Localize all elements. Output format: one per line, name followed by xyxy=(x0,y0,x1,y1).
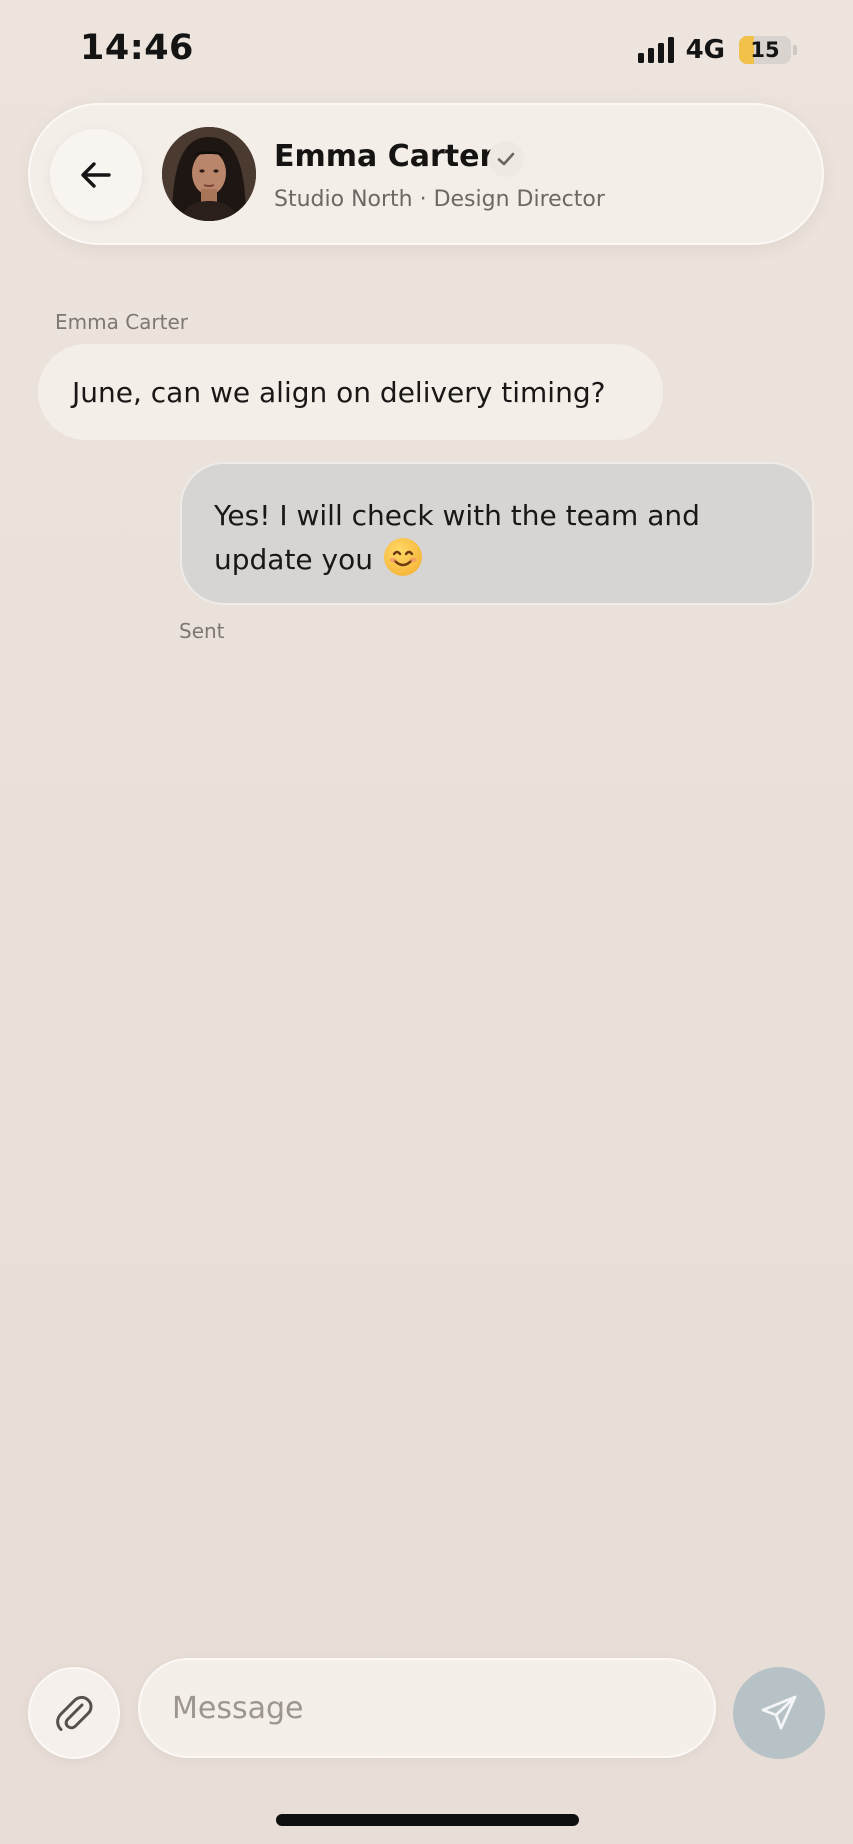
send-button[interactable] xyxy=(733,1667,825,1759)
status-bar: 14:46 4G 15 xyxy=(0,0,853,96)
outgoing-message-bubble[interactable]: Yes! I will check with the team and upda… xyxy=(180,462,814,605)
attach-button[interactable] xyxy=(28,1667,120,1759)
avatar-image xyxy=(162,127,256,221)
outgoing-message-line2-row: update you xyxy=(214,538,782,582)
smiling-face-emoji-icon xyxy=(383,538,422,576)
status-time: 14:46 xyxy=(80,28,194,68)
back-button[interactable] xyxy=(50,129,142,221)
contact-name[interactable]: Emma Carter xyxy=(274,139,494,174)
avatar[interactable] xyxy=(162,127,256,221)
message-sender-label: Emma Carter xyxy=(55,310,189,334)
chat-screen: 14:46 4G 15 Emma Carter Studio North · D… xyxy=(0,0,853,1844)
arrow-left-icon xyxy=(81,162,111,188)
contact-subtitle: Studio North · Design Director xyxy=(274,187,605,212)
outgoing-message-line2: update you xyxy=(214,543,374,576)
checkmark-icon xyxy=(497,152,515,166)
battery-level: 15 xyxy=(750,38,780,62)
message-status: Sent xyxy=(179,619,225,643)
battery-nub xyxy=(793,45,797,55)
outgoing-message-line1: Yes! I will check with the team and xyxy=(214,499,700,532)
message-input[interactable] xyxy=(138,1658,716,1758)
battery-icon: 15 xyxy=(739,36,791,64)
verified-badge xyxy=(488,141,524,177)
incoming-message-text: June, can we align on delivery timing? xyxy=(72,375,606,409)
send-icon xyxy=(761,1695,797,1730)
incoming-message-bubble[interactable]: June, can we align on delivery timing? xyxy=(38,344,663,440)
chat-header: Emma Carter Studio North · Design Direct… xyxy=(28,103,824,245)
home-indicator[interactable] xyxy=(276,1814,579,1826)
status-indicators: 4G 15 xyxy=(637,32,797,68)
network-type: 4G xyxy=(685,35,725,65)
signal-icon xyxy=(637,37,674,63)
paperclip-icon xyxy=(56,1695,93,1731)
